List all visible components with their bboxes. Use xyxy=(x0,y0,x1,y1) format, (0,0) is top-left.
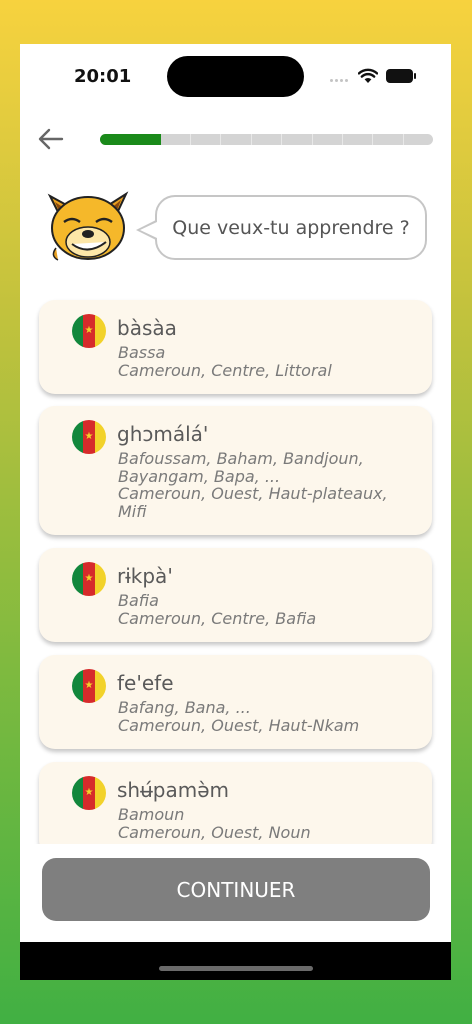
continue-button[interactable]: CONTINUER xyxy=(42,858,430,921)
language-description-line: Cameroun, Centre, Bafia xyxy=(118,608,317,628)
back-arrow-icon[interactable] xyxy=(36,124,66,154)
cameroon-flag-icon: ★ xyxy=(72,776,106,810)
home-indicator[interactable] xyxy=(159,966,313,971)
language-description-line: Bafang, Bana, ... xyxy=(118,698,251,717)
language-description-line: Bassa xyxy=(118,343,166,362)
progress-segment xyxy=(313,134,343,145)
language-card-feefe[interactable]: ★ fe'efe Bafang, Bana, ... Cameroun, Oue… xyxy=(39,655,432,749)
progress-segment xyxy=(161,134,192,145)
wifi-icon xyxy=(357,68,379,84)
status-time: 20:01 xyxy=(74,66,132,87)
home-bar xyxy=(20,942,451,980)
language-description-line: Bayangam, Bapa, ... xyxy=(118,466,281,486)
speech-bubble-tail-fill xyxy=(140,222,157,238)
language-description-line: Cameroun, Ouest, Noun xyxy=(118,822,311,842)
language-description: Bafia Cameroun, Centre, Bafia xyxy=(118,592,418,627)
progress-segment xyxy=(404,134,433,145)
progress-segment xyxy=(282,134,313,145)
cameroon-flag-icon: ★ xyxy=(72,669,106,703)
language-name: fe'efe xyxy=(117,671,174,695)
phone-screen: 20:01 Que veux-tu apprendre ? ★ bàsàa Ba… xyxy=(20,44,451,980)
language-description-line: Cameroun, Ouest, Haut-plateaux, xyxy=(118,484,388,503)
dynamic-island xyxy=(167,56,304,97)
status-bar: 20:01 xyxy=(20,44,451,110)
language-description: Bassa Cameroun, Centre, Littoral xyxy=(118,344,418,379)
progress-segment xyxy=(191,134,222,145)
language-description-line: Mifi xyxy=(118,501,147,521)
lesson-progress-bar xyxy=(100,134,433,145)
language-list[interactable]: ★ bàsàa Bassa Cameroun, Centre, Littoral… xyxy=(20,294,451,844)
lion-mascot-icon xyxy=(42,190,134,264)
progress-segment xyxy=(221,134,252,145)
progress-segment xyxy=(373,134,404,145)
continue-button-label: CONTINUER xyxy=(176,877,296,902)
progress-segment xyxy=(343,134,374,145)
language-name: bàsàa xyxy=(117,316,177,340)
prompt-text: Que veux-tu apprendre ? xyxy=(172,216,410,239)
speech-bubble: Que veux-tu apprendre ? xyxy=(155,195,427,260)
language-name: ghɔmálá' xyxy=(117,422,209,446)
language-card-shupamem[interactable]: ★ shʉ́pamə̀m Bamoun Cameroun, Ouest, Nou… xyxy=(39,762,432,844)
language-description: Bamoun Cameroun, Ouest, Noun xyxy=(118,806,418,841)
progress-segment xyxy=(130,134,161,145)
language-card-ghomala[interactable]: ★ ghɔmálá' Bafoussam, Baham, Bandjoun, B… xyxy=(39,406,432,535)
language-description-line: Bafoussam, Baham, Bandjoun, xyxy=(118,449,364,468)
language-description-line: Cameroun, Ouest, Haut-Nkam xyxy=(118,715,360,735)
language-name: shʉ́pamə̀m xyxy=(117,778,229,802)
language-description-line: Bamoun xyxy=(118,805,185,824)
progress-segment xyxy=(100,134,131,145)
progress-segment xyxy=(252,134,283,145)
battery-icon xyxy=(386,69,416,83)
cameroon-flag-icon: ★ xyxy=(72,314,106,348)
language-card-rikpa[interactable]: ★ rɨkpà' Bafia Cameroun, Centre, Bafia xyxy=(39,548,432,642)
language-name: rɨkpà' xyxy=(117,564,173,588)
language-description: Bafang, Bana, ... Cameroun, Ouest, Haut-… xyxy=(118,699,418,734)
signal-icon xyxy=(330,79,352,83)
language-description-line: Cameroun, Centre, Littoral xyxy=(118,360,332,380)
cameroon-flag-icon: ★ xyxy=(72,562,106,596)
cameroon-flag-icon: ★ xyxy=(72,420,106,454)
language-card-basaa[interactable]: ★ bàsàa Bassa Cameroun, Centre, Littoral xyxy=(39,300,432,394)
language-description: Bafoussam, Baham, Bandjoun, Bayangam, Ba… xyxy=(118,450,418,520)
language-description-line: Bafia xyxy=(118,591,159,610)
